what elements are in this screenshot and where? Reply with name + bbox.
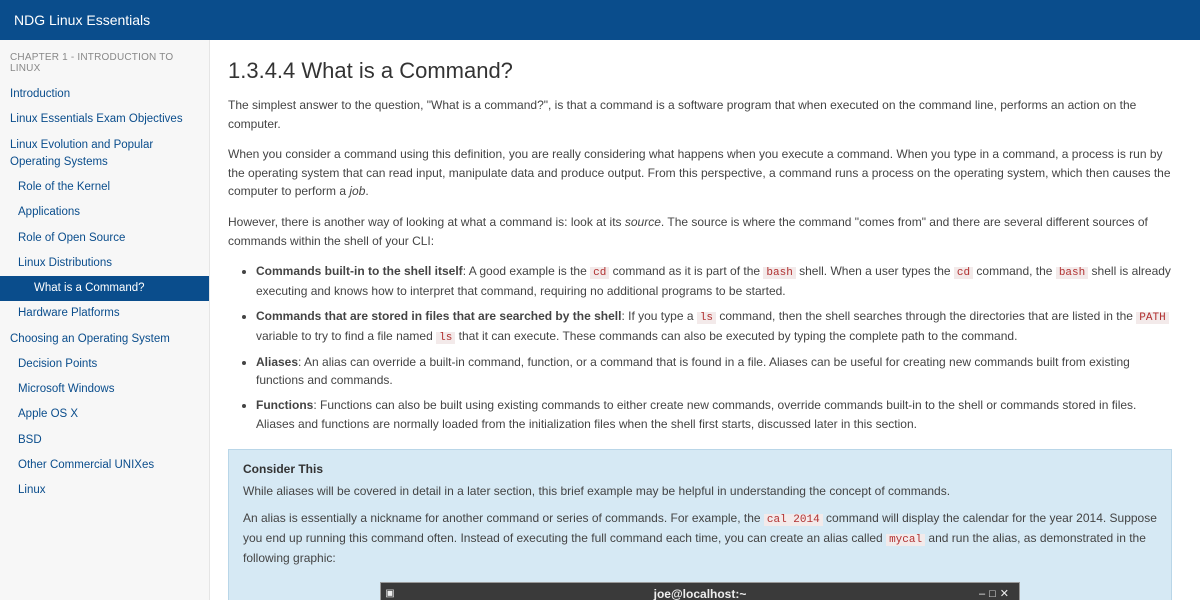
sidebar-item[interactable]: Decision Points: [0, 352, 209, 377]
list-item: Functions: Functions can also be built u…: [256, 396, 1172, 433]
terminal-title: joe@localhost:~: [381, 587, 1019, 600]
intro-paragraph-2: When you consider a command using this d…: [228, 145, 1172, 201]
intro-paragraph-1: The simplest answer to the question, "Wh…: [228, 96, 1172, 133]
callout-paragraph-1: While aliases will be covered in detail …: [243, 482, 1157, 501]
command-sources-list: Commands built-in to the shell itself: A…: [256, 262, 1172, 433]
minimize-icon[interactable]: –: [979, 588, 989, 600]
terminal-titlebar: ▣ joe@localhost:~ –□✕: [381, 583, 1019, 600]
sidebar-item[interactable]: Role of the Kernel: [0, 175, 209, 200]
intro-paragraph-3: However, there is another way of looking…: [228, 213, 1172, 250]
sidebar-item[interactable]: What is a Command?: [0, 276, 209, 301]
terminal-screenshot: ▣ joe@localhost:~ –□✕ FileEditViewSearch…: [380, 582, 1020, 600]
sidebar-item[interactable]: Other Commercial UNIXes: [0, 453, 209, 478]
list-item: Aliases: An alias can override a built-i…: [256, 353, 1172, 390]
list-item: Commands that are stored in files that a…: [256, 307, 1172, 347]
callout-title: Consider This: [243, 462, 1157, 476]
sidebar-item[interactable]: Linux Distributions: [0, 251, 209, 276]
sidebar-item[interactable]: BSD: [0, 428, 209, 453]
app-title: NDG Linux Essentials: [14, 12, 150, 28]
sidebar-item[interactable]: Linux Evolution and Popular Operating Sy…: [0, 133, 209, 176]
sidebar-item[interactable]: Linux: [0, 478, 209, 503]
sidebar-item[interactable]: Microsoft Windows: [0, 377, 209, 402]
chapter-label: CHAPTER 1 - INTRODUCTION TO LINUX: [0, 48, 209, 82]
sidebar-item[interactable]: Hardware Platforms: [0, 301, 209, 326]
window-controls: –□✕: [979, 587, 1013, 600]
maximize-icon[interactable]: □: [989, 588, 1000, 600]
consider-this-callout: Consider This While aliases will be cove…: [228, 449, 1172, 600]
page-title: 1.3.4.4 What is a Command?: [228, 58, 1172, 84]
sidebar-item[interactable]: Linux Essentials Exam Objectives: [0, 107, 209, 132]
sidebar-item[interactable]: Applications: [0, 200, 209, 225]
nav-list: IntroductionLinux Essentials Exam Object…: [0, 82, 209, 503]
sidebar-item[interactable]: Choosing an Operating System: [0, 327, 209, 352]
callout-paragraph-2: An alias is essentially a nickname for a…: [243, 509, 1157, 568]
sidebar-item[interactable]: Apple OS X: [0, 402, 209, 427]
article-content: 1.3.4.4 What is a Command? The simplest …: [210, 40, 1200, 600]
sidebar-item[interactable]: Introduction: [0, 82, 209, 107]
sidebar-item[interactable]: Role of Open Source: [0, 226, 209, 251]
list-item: Commands built-in to the shell itself: A…: [256, 262, 1172, 301]
app-header: NDG Linux Essentials: [0, 0, 1200, 40]
close-icon[interactable]: ✕: [1000, 588, 1013, 600]
main-container: CHAPTER 1 - INTRODUCTION TO LINUX Introd…: [0, 40, 1200, 600]
sidebar: CHAPTER 1 - INTRODUCTION TO LINUX Introd…: [0, 40, 210, 600]
